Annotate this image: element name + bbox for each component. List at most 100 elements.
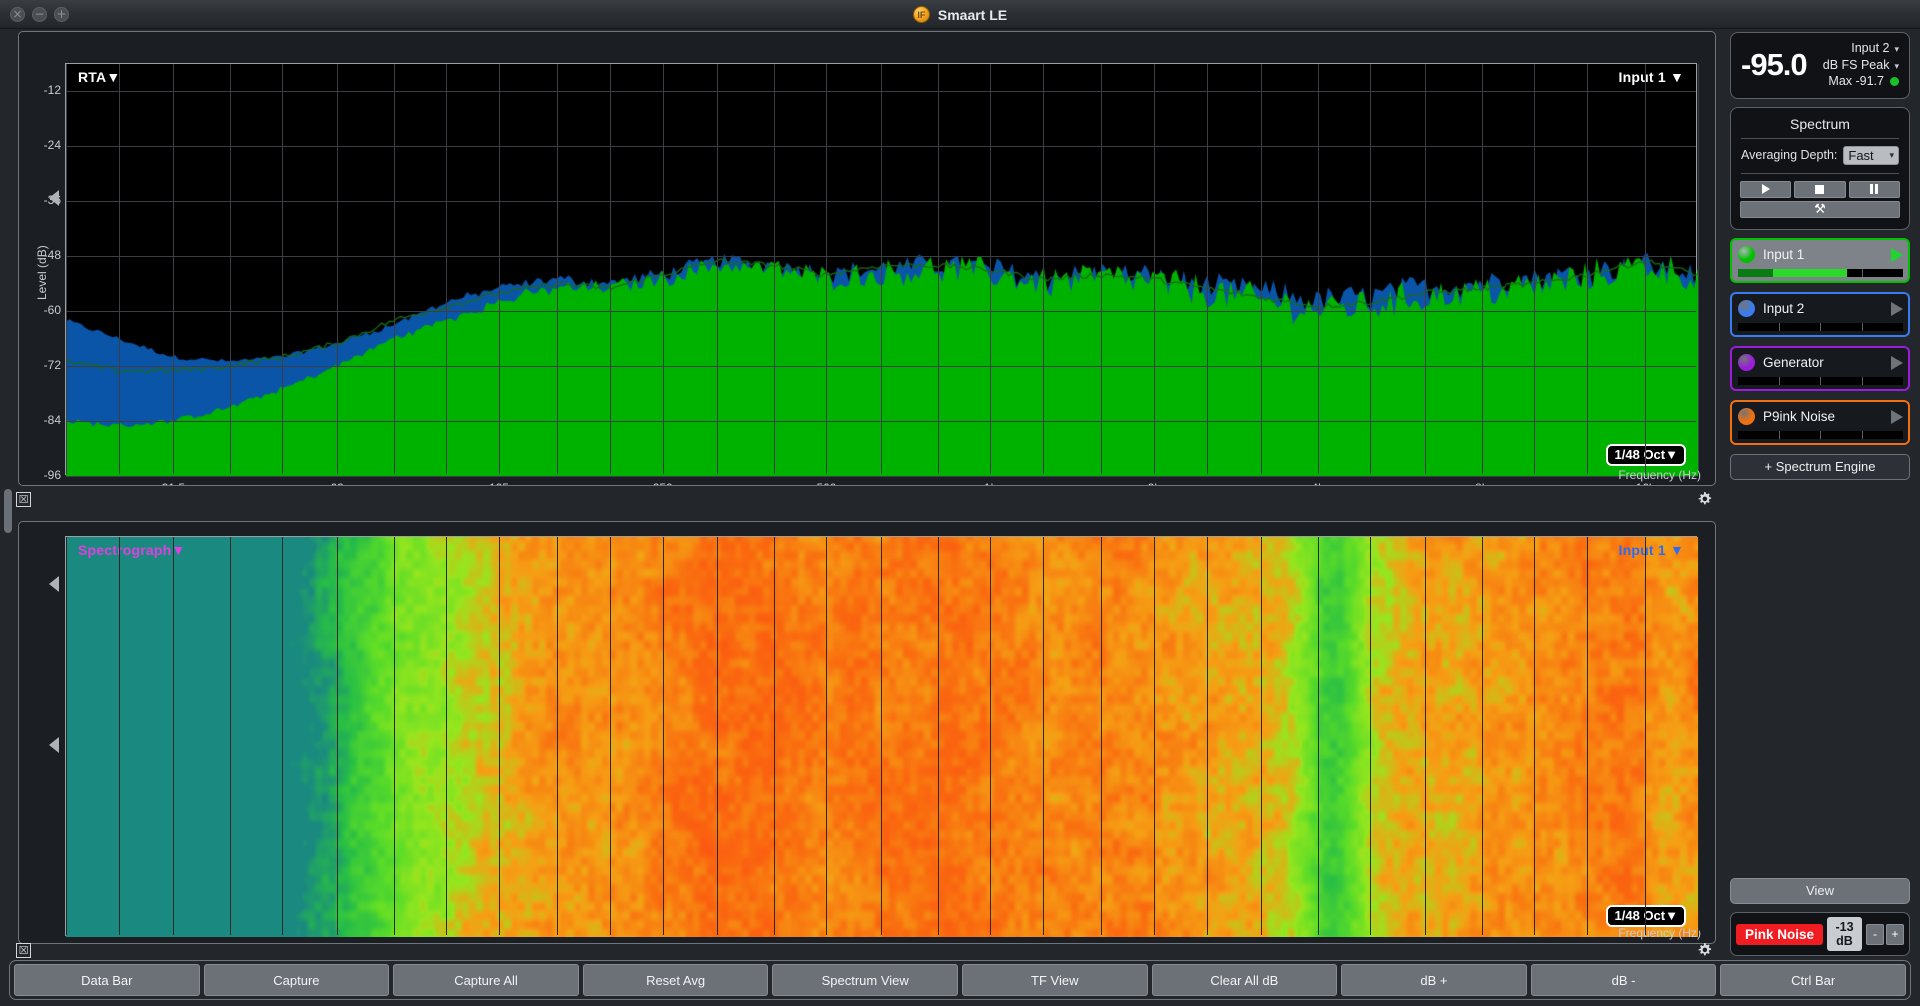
grid-line xyxy=(881,537,883,935)
noise-generator-bar: Pink Noise -13 dB - + xyxy=(1730,912,1910,956)
noise-decrease-button[interactable]: - xyxy=(1866,923,1884,945)
toolbar-button-data-bar[interactable]: Data Bar xyxy=(14,964,200,996)
source-item[interactable]: Input 2 xyxy=(1730,291,1910,337)
spectrograph-close-icon[interactable]: ☒ xyxy=(16,943,31,958)
grid-line xyxy=(1586,64,1588,474)
spectrograph-plot[interactable]: Spectrograph▼ Input 1 ▼ 1/48 Oct▼ xyxy=(65,536,1699,937)
source-play-icon[interactable] xyxy=(1891,301,1903,316)
toolbar-button-tf-view[interactable]: TF View xyxy=(961,964,1148,996)
stop-button[interactable] xyxy=(1794,180,1846,198)
grid-line xyxy=(1645,64,1647,474)
chevron-down-icon: ▾ xyxy=(1889,149,1894,160)
source-item[interactable]: P9ink Noise xyxy=(1730,399,1910,445)
toolbar-button-db[interactable]: dB + xyxy=(1341,964,1527,996)
title-group: IF Smaart LE xyxy=(0,0,1920,29)
stop-icon xyxy=(1815,184,1825,194)
add-spectrum-engine-button[interactable]: + Spectrum Engine xyxy=(1730,453,1910,480)
grid-line xyxy=(1317,64,1319,474)
pink-noise-button[interactable]: Pink Noise xyxy=(1736,923,1824,945)
tools-button[interactable]: ⚒ xyxy=(1740,200,1900,218)
grid-line xyxy=(1101,64,1103,474)
source-color-dot xyxy=(1738,408,1755,425)
spectrograph-handle-bottom[interactable] xyxy=(49,737,59,753)
toolbar-button-clear-all-db[interactable]: Clear All dB xyxy=(1151,964,1338,996)
app-window: × − + IF Smaart LE RTA▼ Input 1 ▼ 1/48 O… xyxy=(0,0,1920,1006)
play-icon xyxy=(1761,184,1770,194)
bottom-toolbar: Data Bar Capture Capture All Reset Avg Spect… xyxy=(9,960,1911,1000)
toolbar-button-ctrl-bar[interactable]: Ctrl Bar xyxy=(1720,964,1906,996)
grid-line xyxy=(881,64,883,474)
grid-line xyxy=(557,64,559,474)
spectrograph-x-tick: 500 xyxy=(816,942,836,943)
graph-area: RTA▼ Input 1 ▼ 1/48 Oct▼ -12 -24 -36 -48 -60… xyxy=(0,29,1722,959)
rta-source-selector[interactable]: Input 1 ▼ xyxy=(1619,69,1684,85)
grid-line xyxy=(1534,537,1536,935)
rta-x-tick: 250 xyxy=(653,481,673,485)
source-item[interactable]: Generator xyxy=(1730,345,1910,391)
grid-line xyxy=(1154,64,1155,474)
spectrum-card: Spectrum Averaging Depth: Fast ▾ ⚒ xyxy=(1730,106,1910,230)
grid-line xyxy=(66,476,1696,477)
rta-y-tick: -84 xyxy=(43,413,61,428)
view-button[interactable]: View xyxy=(1730,878,1910,904)
level-meter-unit-selector[interactable]: dB FS Peak ▾ xyxy=(1814,57,1899,74)
toolbar-button-capture-all[interactable]: Capture All xyxy=(393,964,579,996)
rta-x-tick: 8k xyxy=(1475,481,1488,485)
spectrograph-gear-icon[interactable] xyxy=(1697,942,1712,957)
toolbar-button-db[interactable]: dB - xyxy=(1530,964,1717,996)
grid-line xyxy=(717,537,719,935)
grid-line xyxy=(282,537,284,935)
rta-plot[interactable]: RTA▼ Input 1 ▼ 1/48 Oct▼ xyxy=(65,63,1699,477)
grid-line xyxy=(446,537,448,935)
spectrum-card-title: Spectrum xyxy=(1790,115,1850,132)
window-title: Smaart LE xyxy=(937,6,1008,23)
rta-x-tick: 31.5 xyxy=(162,481,185,485)
rta-close-icon[interactable]: ☒ xyxy=(16,492,31,507)
grid-line xyxy=(826,537,828,935)
grid-line xyxy=(118,537,120,935)
grid-line xyxy=(662,64,664,474)
source-play-icon[interactable] xyxy=(1891,355,1903,370)
averaging-depth-select[interactable]: Fast ▾ xyxy=(1843,145,1899,165)
source-meter-fill xyxy=(1738,268,1847,277)
rta-x-tick: 125 xyxy=(489,481,509,485)
noise-increase-button[interactable]: + xyxy=(1886,923,1904,945)
play-button[interactable] xyxy=(1740,180,1792,198)
noise-level-field[interactable]: -13 dB xyxy=(1827,917,1862,951)
source-item[interactable]: Input 1 xyxy=(1730,237,1910,283)
grid-line xyxy=(1425,537,1427,935)
spectrograph-title[interactable]: Spectrograph▼ xyxy=(78,542,185,558)
toolbar-button-spectrum-view[interactable]: Spectrum View xyxy=(772,964,958,996)
chevron-down-icon: ▾ xyxy=(1894,44,1899,54)
grid-line xyxy=(1042,64,1044,474)
grid-line xyxy=(1586,537,1588,935)
pause-button[interactable] xyxy=(1848,180,1900,198)
divider xyxy=(1741,172,1899,174)
toolbar-button-reset-avg[interactable]: Reset Avg xyxy=(582,964,769,996)
spectrograph-x-tick: 16k xyxy=(1636,942,1655,943)
title-bar: × − + IF Smaart LE xyxy=(0,0,1920,29)
noise-stepper: - + xyxy=(1866,923,1904,945)
rta-x-tick: 2k xyxy=(1148,481,1161,485)
source-play-icon[interactable] xyxy=(1891,247,1903,262)
pause-icon xyxy=(1870,184,1879,194)
source-meter xyxy=(1738,322,1903,331)
spectrograph-x-tick: 125 xyxy=(489,942,509,943)
status-indicator-dot xyxy=(1890,77,1899,86)
spectrograph-source-selector[interactable]: Input 1 ▼ xyxy=(1619,542,1684,558)
rta-gear-icon[interactable] xyxy=(1697,491,1712,506)
spectrograph-handle-top[interactable] xyxy=(49,576,59,592)
rta-x-tick: 63 xyxy=(330,481,343,485)
grid-line xyxy=(1261,64,1263,474)
toolbar-button-capture[interactable]: Capture xyxy=(203,964,390,996)
grid-line xyxy=(990,537,992,935)
rta-title[interactable]: RTA▼ xyxy=(78,69,120,85)
grid-line xyxy=(1206,64,1208,474)
panel-resize-handle[interactable] xyxy=(4,489,12,533)
spectrograph-x-tick: 8k xyxy=(1475,942,1488,943)
grid-line xyxy=(773,64,775,474)
level-meter-source-selector[interactable]: Input 2 ▾ xyxy=(1814,40,1899,57)
rta-range-handle[interactable] xyxy=(49,190,59,206)
grid-line xyxy=(337,537,339,935)
source-play-icon[interactable] xyxy=(1891,409,1903,424)
